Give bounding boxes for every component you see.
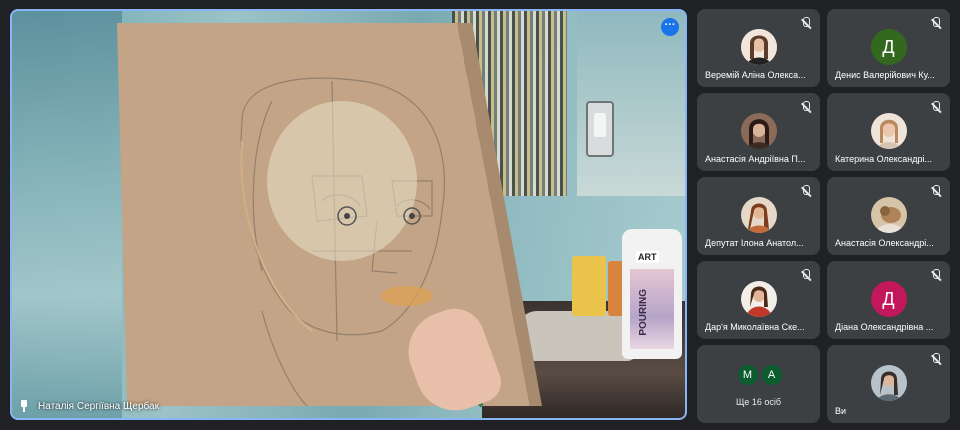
mic-off-icon: [800, 185, 812, 197]
avatar-letter: Д: [882, 36, 895, 57]
participant-tile[interactable]: Анастасія Олександрі...: [827, 177, 950, 255]
avatar: [740, 113, 777, 149]
avatar-mini: А: [760, 364, 783, 386]
self-name: Ви: [835, 406, 847, 416]
participant-name: Діана Олександрівна ...: [835, 322, 934, 332]
mic-off-icon: [800, 269, 812, 281]
mic-off-icon: [930, 269, 942, 281]
avatar: [740, 197, 777, 233]
avatar: Д: [870, 281, 907, 317]
participant-name: Веремій Аліна Олекса...: [705, 70, 806, 80]
mic-off-icon: [800, 17, 812, 29]
mic-off-icon: [930, 353, 942, 365]
more-options-icon[interactable]: ···: [661, 18, 679, 36]
mic-off-icon: [930, 101, 942, 113]
participant-name: Анастасія Олександрі...: [835, 238, 934, 248]
participant-tile[interactable]: Д Денис Валерійович Ку...: [827, 9, 950, 87]
participant-tile[interactable]: Дар'я Миколаївна Ске...: [697, 261, 820, 339]
avatar: [870, 365, 907, 401]
avatar: [870, 113, 907, 149]
avatar: [740, 29, 777, 65]
participant-tile[interactable]: Веремій Аліна Олекса...: [697, 9, 820, 87]
mic-off-icon: [930, 17, 942, 29]
more-participants-tile[interactable]: М А Ще 16 осіб: [697, 345, 820, 423]
avatar: Д: [870, 29, 907, 65]
avatar-letter: Д: [882, 288, 895, 309]
participant-tile[interactable]: Д Діана Олександрівна ...: [827, 261, 950, 339]
avatar-mini: М: [736, 364, 759, 386]
participant-tile[interactable]: Анастасія Андріївна П...: [697, 93, 820, 171]
video-bottle: ART POURING: [622, 229, 682, 359]
pin-icon[interactable]: [18, 400, 30, 412]
self-tile[interactable]: Ви: [827, 345, 950, 423]
participant-tile[interactable]: Катерина Олександрі...: [827, 93, 950, 171]
avatar: [740, 281, 777, 317]
more-participants-label: Ще 16 осіб: [735, 397, 782, 407]
video-bottle-text: POURING: [638, 289, 649, 336]
participant-name: Депутат Ілона Анатол...: [705, 238, 804, 248]
video-canvas-drawing: [117, 23, 542, 408]
participant-tile[interactable]: Депутат Ілона Анатол...: [697, 177, 820, 255]
video-bottle-label: POURING: [630, 269, 674, 349]
main-video-stage[interactable]: ART POURING ··· Наталія Сергіївна Щербак: [10, 9, 687, 420]
avatar: [870, 197, 907, 233]
presenter-name: Наталія Сергіївна Щербак: [38, 400, 159, 412]
video-bottle-brand: ART: [636, 251, 659, 263]
video-paint-tube-yellow: [572, 256, 606, 316]
mic-off-icon: [930, 185, 942, 197]
participant-name: Денис Валерійович Ку...: [835, 70, 935, 80]
mic-off-icon: [800, 101, 812, 113]
participant-name: Анастасія Андріївна П...: [705, 154, 806, 164]
avatar-stack: М А: [736, 364, 783, 386]
participant-name: Дар'я Миколаївна Ске...: [705, 322, 805, 332]
participant-name: Катерина Олександрі...: [835, 154, 933, 164]
presenter-label: Наталія Сергіївна Щербак: [18, 400, 159, 412]
